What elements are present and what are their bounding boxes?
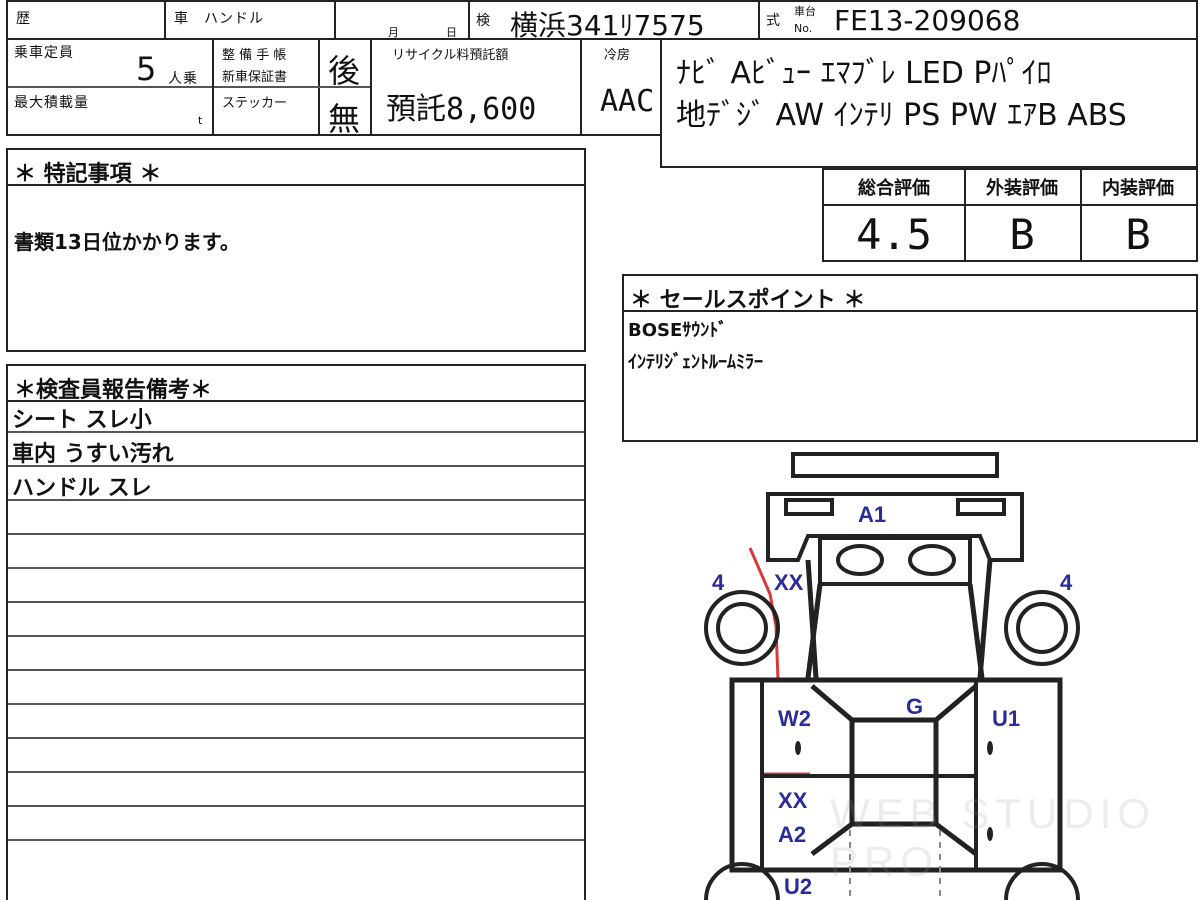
damage-mark-xx-front: XX	[774, 570, 804, 595]
ac-value: AAC	[600, 84, 655, 119]
inspector-note-row: 車内 うすい汚れ	[8, 434, 584, 467]
damage-mark-4-left: 4	[712, 570, 725, 595]
inspector-note-row: ハンドル スレ	[8, 468, 584, 501]
inspector-notes-panel: ＊検査員報告備考＊ シート スレ小 車内 うすい汚れ ハンドル スレ	[6, 364, 586, 900]
sales-points-panel: ＊ セールスポイント ＊ BOSEｻｳﾝﾄﾞ ｲﾝﾃﾘｼﾞｪﾝﾄﾙｰﾑﾐﾗｰ	[622, 274, 1198, 442]
chassis-label-bottom: No.	[794, 22, 813, 35]
sales-points-header: ＊ セールスポイント ＊	[624, 276, 1196, 313]
chassis-number: FE13-209068	[834, 4, 1021, 37]
front-wheel-right-inner	[1016, 602, 1068, 654]
sticker-label: ステッカー	[222, 96, 288, 111]
front-body-outline	[766, 492, 1024, 562]
door-handle-right-front	[987, 741, 993, 755]
max-load-label: 最大積載量	[14, 95, 89, 111]
fog-lamp-left	[836, 544, 884, 576]
damage-mark-w2: W2	[778, 706, 811, 731]
inspector-note-row	[8, 502, 584, 535]
inspector-note-row	[8, 740, 584, 773]
overall-grade-cell: 総合評価 4.5	[824, 170, 966, 260]
fog-lamp-right	[908, 544, 956, 576]
plate-field: 検 横浜341ﾘ7575	[468, 0, 760, 42]
hood-sides	[805, 583, 985, 679]
equipment-line-2: 地ﾃﾞｼﾞ AW ｲﾝﾃﾘ PS PW ｴｱB ABS	[676, 98, 1127, 133]
capacity-block: 乗車定員 5 人乗 最大積載量 t	[6, 38, 214, 136]
capacity-value: 5	[136, 50, 157, 88]
capacity-divider	[8, 86, 212, 88]
history-label: 歴	[16, 11, 31, 27]
special-notes-text: 書類13日位かかります。	[14, 230, 240, 254]
inspector-note-row	[8, 774, 584, 807]
chassis-label-top: 車台	[794, 5, 816, 18]
inspector-note-row	[8, 808, 584, 841]
handle-label: ハンドル	[204, 11, 264, 27]
car-label: 車	[174, 11, 189, 27]
front-wheel-left-inner	[716, 602, 768, 654]
front-bumper-outline	[791, 452, 999, 478]
inspector-note-row	[8, 672, 584, 705]
maintenance-block: 整 備 手 帳 新車保証書 後 ステッカー 無	[212, 38, 372, 138]
chassis-field: 式 車台 No. FE13-209068	[758, 0, 1198, 40]
inspector-notes-header: ＊検査員報告備考＊	[8, 366, 584, 403]
special-notes-panel: ＊ 特記事項 ＊ 書類13日位かかります。	[6, 148, 586, 352]
sticker-value: 無	[328, 100, 361, 138]
inspector-note-row	[8, 536, 584, 569]
damage-mark-4-right: 4	[1060, 570, 1073, 595]
inspector-note-row	[8, 570, 584, 603]
special-notes-header: ＊ 特記事項 ＊	[8, 150, 584, 187]
door-handle-left-front	[795, 741, 801, 755]
damage-mark-u2: U2	[784, 874, 812, 899]
recycle-block: リサイクル料預託額 預託8,600	[370, 38, 582, 136]
overall-grade-label: 総合評価	[824, 170, 964, 206]
inspector-note-row	[8, 706, 584, 739]
interior-grade-label: 内装評価	[1080, 170, 1196, 206]
handle-field: 車 ハンドル	[164, 0, 336, 40]
recycle-label: リサイクル料預託額	[392, 48, 509, 63]
recycle-value: 預託8,600	[386, 92, 537, 127]
model-label: 式	[766, 13, 781, 29]
inspector-notes-rows: シート スレ小 車内 うすい汚れ ハンドル スレ	[8, 400, 584, 900]
headlight-left	[784, 498, 834, 516]
date-field: 月 日	[334, 0, 470, 40]
inspection-label: 検	[476, 13, 491, 29]
equipment-block: ﾅﾋﾞ Aﾋﾞｭｰ ｴﾏﾌﾞﾚ LED Pﾊﾟｲﾛ 地ﾃﾞｼﾞ AW ｲﾝﾃﾘ …	[660, 38, 1198, 168]
watermark: WEB STUDIO PRO	[830, 790, 1157, 885]
exterior-grade-value: B	[1009, 210, 1035, 259]
interior-grade-value: B	[1125, 210, 1151, 259]
damage-mark-a2: A2	[778, 822, 806, 847]
headlight-right	[956, 498, 1006, 516]
inspector-note-row: シート スレ小	[8, 400, 584, 433]
inspector-note-row	[8, 638, 584, 671]
interior-grade-cell: 内装評価 B	[1080, 170, 1196, 260]
capacity-label: 乗車定員	[14, 45, 74, 61]
damage-mark-g: G	[906, 694, 923, 719]
ac-block: 冷房 AAC	[580, 38, 662, 136]
damage-mark-u1: U1	[992, 706, 1020, 731]
damage-mark-xx-side: XX	[778, 788, 808, 813]
hood-outline	[818, 536, 972, 586]
exterior-grade-label: 外装評価	[964, 170, 1080, 206]
exterior-grade-cell: 外装評価 B	[964, 170, 1082, 260]
max-load-unit: t	[198, 114, 203, 127]
equipment-line-1: ﾅﾋﾞ Aﾋﾞｭｰ ｴﾏﾌﾞﾚ LED Pﾊﾟｲﾛ	[676, 56, 1052, 91]
maintenance-label-1: 整 備 手 帳	[222, 48, 287, 63]
capacity-unit: 人乗	[168, 71, 198, 87]
damage-mark-a1: A1	[858, 502, 886, 527]
history-field: 歴	[6, 0, 166, 40]
sales-point-item: ｲﾝﾃﾘｼﾞｪﾝﾄﾙｰﾑﾐﾗｰ	[628, 352, 763, 373]
maintenance-label-2: 新車保証書	[222, 70, 288, 85]
sales-point-item: BOSEｻｳﾝﾄﾞ	[628, 320, 728, 341]
inspector-note-row	[8, 604, 584, 637]
grade-table: 総合評価 4.5 外装評価 B 内装評価 B	[822, 168, 1198, 262]
maintenance-divider	[214, 86, 370, 88]
overall-grade-value: 4.5	[856, 210, 932, 259]
ac-label: 冷房	[604, 48, 631, 63]
